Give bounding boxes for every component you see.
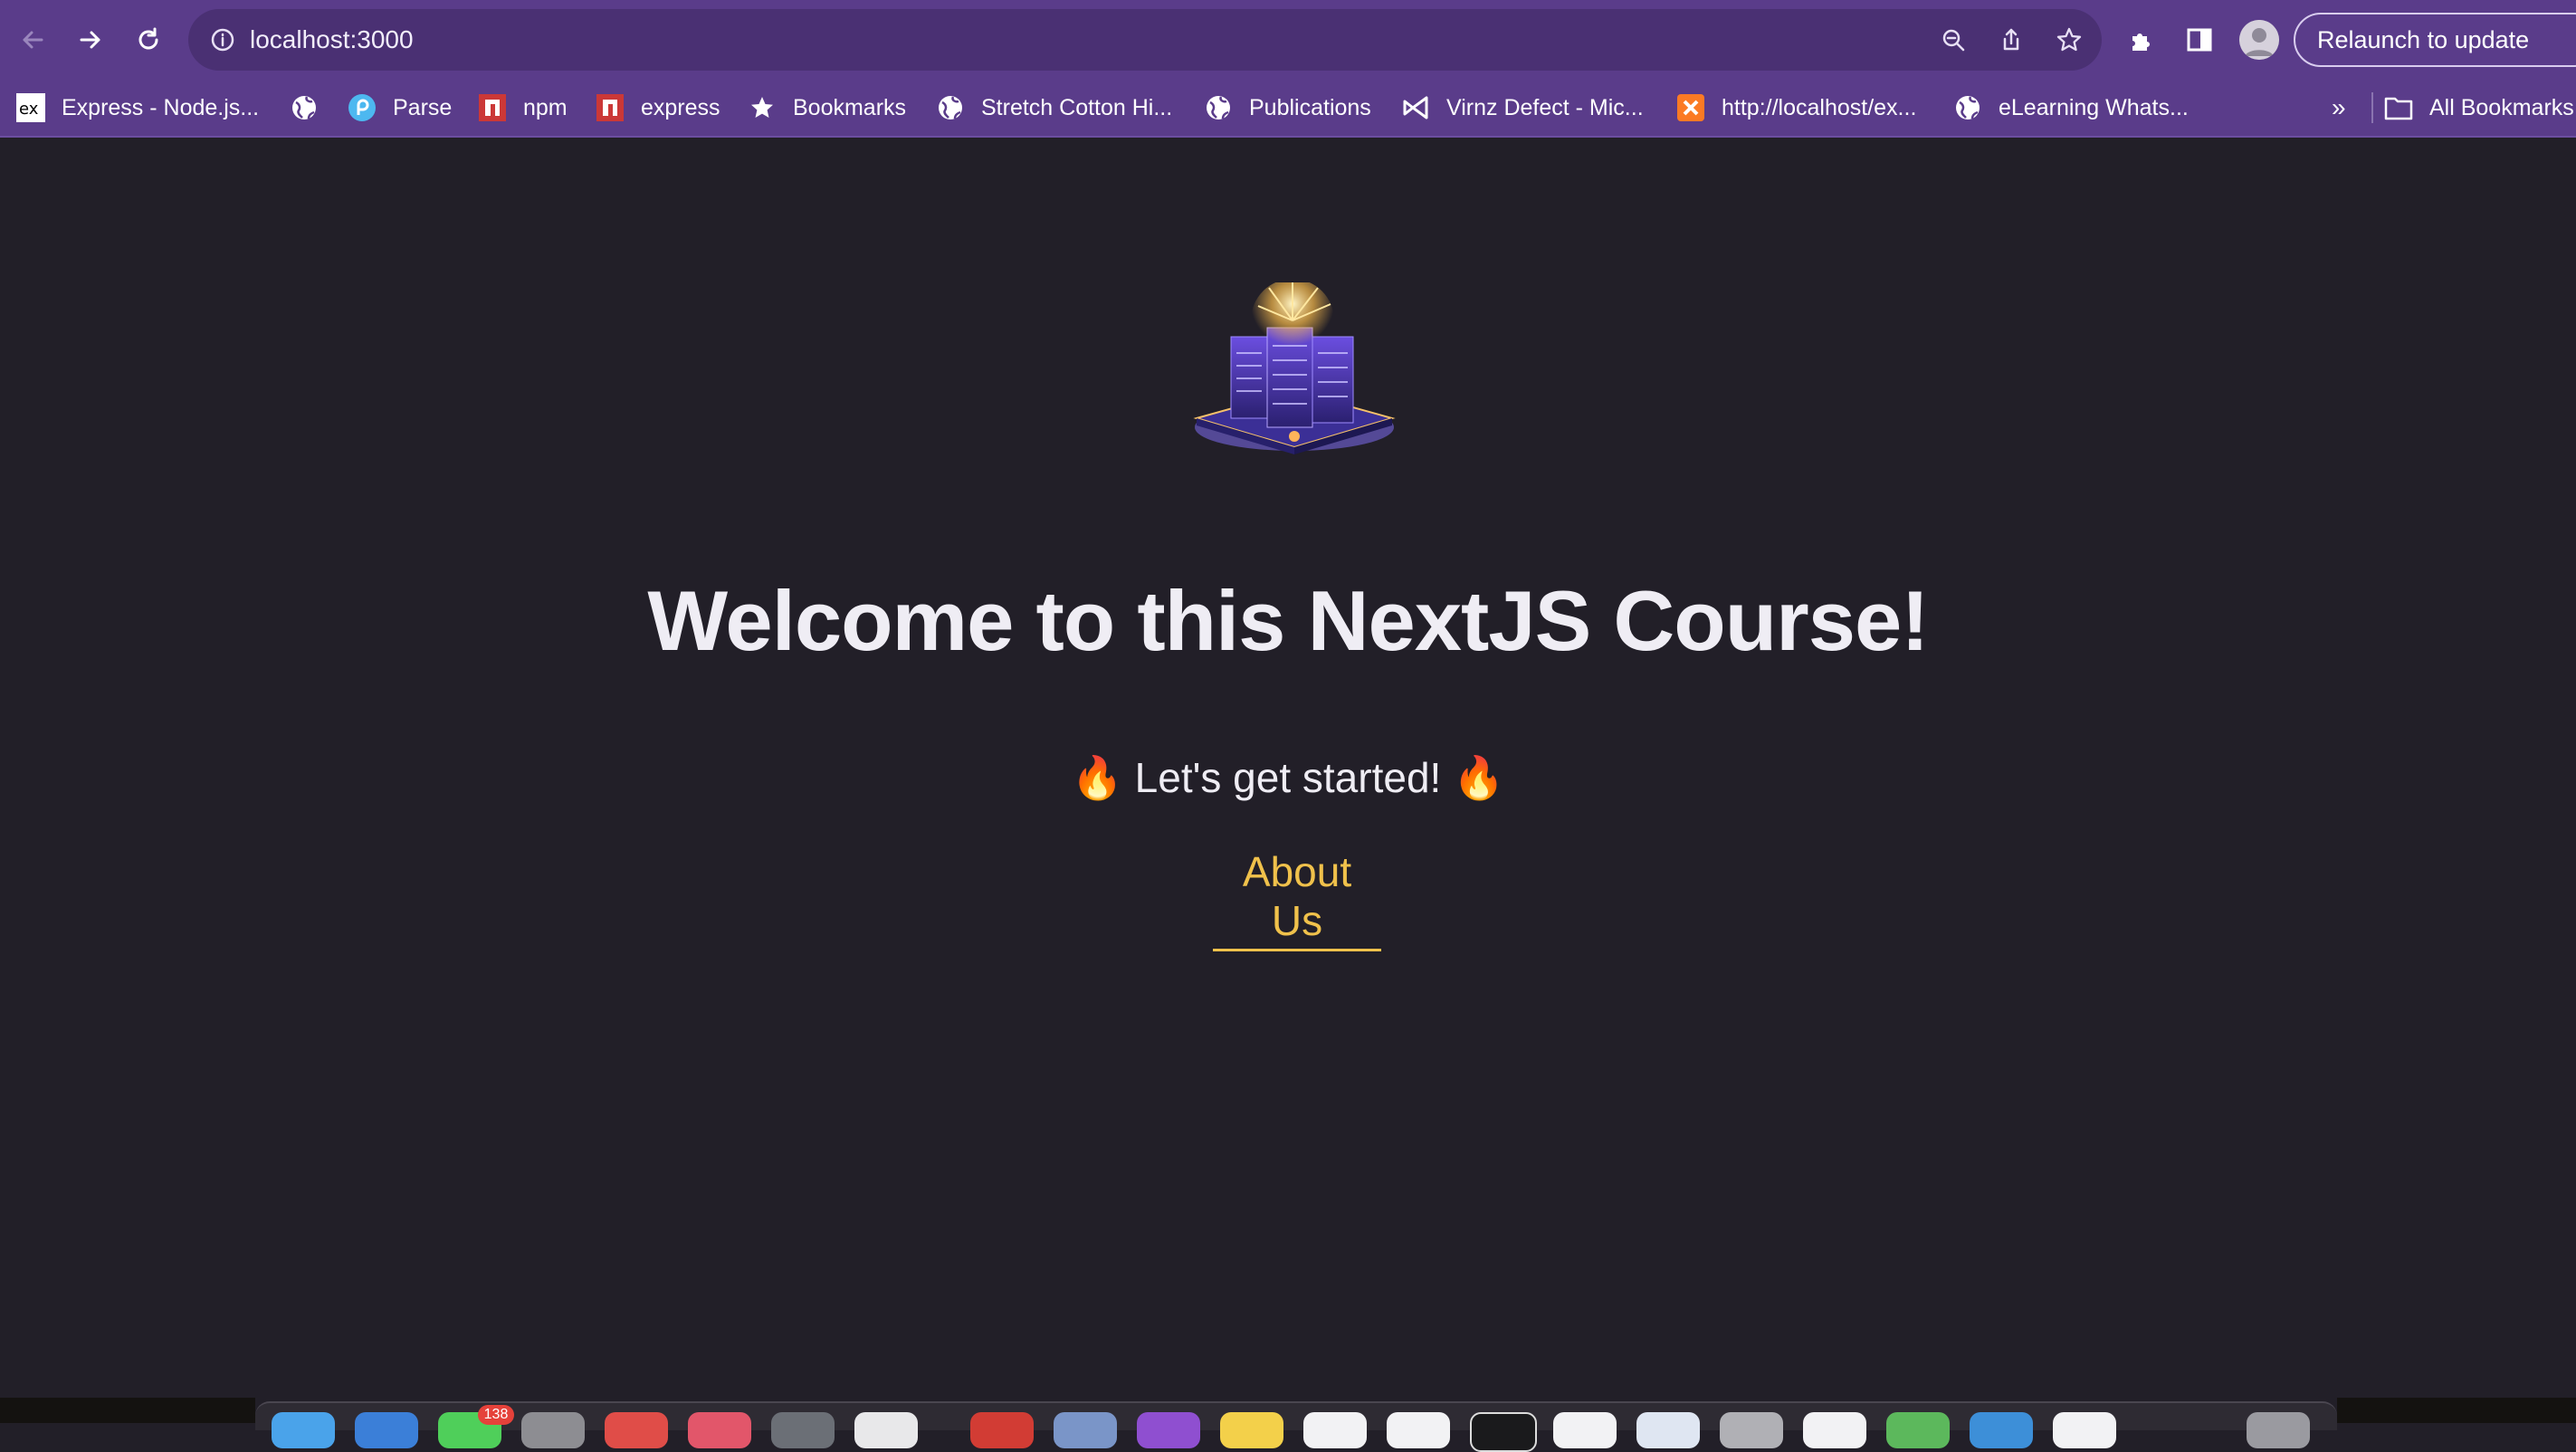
page-title: Welcome to this NextJS Course! [647,573,1929,668]
site-info-icon[interactable] [201,18,244,62]
bookmark-label: Virnz Defect - Mic... [1446,94,1644,120]
bookmark-label: eLearning Whats... [1999,94,2189,120]
bookmark-label: express [641,94,720,120]
chrome-dock-icon[interactable] [970,1412,1034,1448]
profile-avatar[interactable] [2239,20,2279,60]
forward-button[interactable] [69,18,112,62]
bookmark-folder-bookmarks[interactable]: Bookmarks [748,80,906,136]
npm-icon [478,93,507,122]
messages-badge: 138 [478,1405,514,1425]
app-dock-icon[interactable] [2053,1412,2116,1448]
app-dock-icon[interactable] [1137,1412,1200,1448]
npm-icon [596,93,625,122]
app-dock-icon[interactable] [1303,1412,1367,1448]
globe-icon [290,93,319,122]
globe-icon [936,93,965,122]
macos-dock [255,1401,2337,1452]
app-dock-icon[interactable] [1553,1412,1617,1448]
bookmark-express-node[interactable]: ex Express - Node.js... [16,80,259,136]
app-dock-icon[interactable] [1636,1412,1700,1448]
desktop-corner-right [2337,1398,2576,1423]
share-icon[interactable] [1989,18,2033,62]
bookmarks-divider [2371,92,2373,123]
settings-dock-icon[interactable] [521,1412,585,1448]
bookmark-label: Express - Node.js... [62,94,260,120]
app-dock-icon[interactable] [1387,1412,1450,1448]
app-dock-icon[interactable] [1054,1412,1117,1448]
bookmark-localhost[interactable]: http://localhost/ex... [1676,80,1916,136]
reload-button[interactable] [127,18,170,62]
bookmark-virnz-defect[interactable]: Virnz Defect - Mic... [1401,80,1644,136]
bookmark-parse[interactable]: Parse [348,80,452,136]
about-us-link[interactable]: About Us [1213,847,1381,951]
globe-icon [1204,93,1233,122]
all-bookmarks-label: All Bookmarks [2429,94,2574,120]
terminal-dock-icon[interactable] [1470,1412,1537,1452]
bookmark-stretch-cotton[interactable]: Stretch Cotton Hi... [936,80,1172,136]
arrow-left-icon [23,31,43,49]
reload-icon [138,27,158,50]
bookmark-express-npm[interactable]: express [596,80,720,136]
visual-studio-icon [1401,93,1430,122]
xampp-icon [1676,93,1705,122]
zoom-icon[interactable] [1932,18,1975,62]
page-content: Welcome to this NextJS Course! 🔥 Let's g… [0,138,2576,1396]
bookmark-npm[interactable]: npm [478,80,568,136]
notes-dock-icon[interactable] [1220,1412,1283,1448]
bookmark-globe[interactable] [290,80,335,136]
bookmark-label: Parse [393,94,453,120]
trash-dock-icon[interactable] [2247,1412,2310,1448]
relaunch-button[interactable]: Relaunch to update [2294,13,2576,67]
app-dock-icon[interactable] [1803,1412,1866,1448]
bookmark-label: Stretch Cotton Hi... [981,94,1173,120]
app-dock-icon[interactable] [854,1412,918,1448]
side-panel-icon[interactable] [2178,18,2221,62]
bookmark-star-icon[interactable] [2047,18,2091,62]
bookmark-label: npm [523,94,568,120]
bookmarks-overflow-button[interactable]: » [2332,80,2346,136]
address-bar[interactable]: localhost:3000 [188,9,2102,71]
star-icon [748,93,777,122]
svg-text:ex: ex [19,100,39,119]
safari-dock-icon[interactable] [355,1412,418,1448]
server-illustration [1186,279,1403,463]
bookmarks-bar: ex Express - Node.js... Parse npm expres… [0,80,2576,138]
bookmark-label: Publications [1249,94,1371,120]
app-dock-icon[interactable] [1970,1412,2033,1448]
parse-icon [348,93,377,122]
browser-toolbar: localhost:3000 Relaunch to update [0,0,2576,80]
subtitle: 🔥 Let's get started! 🔥 [1071,754,1505,801]
express-icon: ex [16,93,45,122]
bookmark-label: Bookmarks [793,94,907,120]
url-text[interactable]: localhost:3000 [250,9,414,71]
app-dock-icon[interactable] [1720,1412,1783,1448]
app-dock-icon[interactable] [771,1412,835,1448]
calendar-dock-icon[interactable] [605,1412,668,1448]
music-dock-icon[interactable] [688,1412,751,1448]
bookmark-publications[interactable]: Publications [1204,80,1371,136]
app-dock-icon[interactable] [1886,1412,1950,1448]
desktop-corner-left [0,1398,255,1423]
bookmark-label: http://localhost/ex... [1722,94,1917,120]
back-button[interactable] [11,18,54,62]
bookmark-elearning[interactable]: eLearning Whats... [1953,80,2189,136]
globe-icon [1953,93,1982,122]
folder-icon [2384,93,2413,122]
arrow-right-icon [80,31,100,49]
all-bookmarks-button[interactable]: All Bookmarks [2384,80,2574,136]
extensions-icon[interactable] [2120,18,2163,62]
finder-dock-icon[interactable] [272,1412,335,1448]
